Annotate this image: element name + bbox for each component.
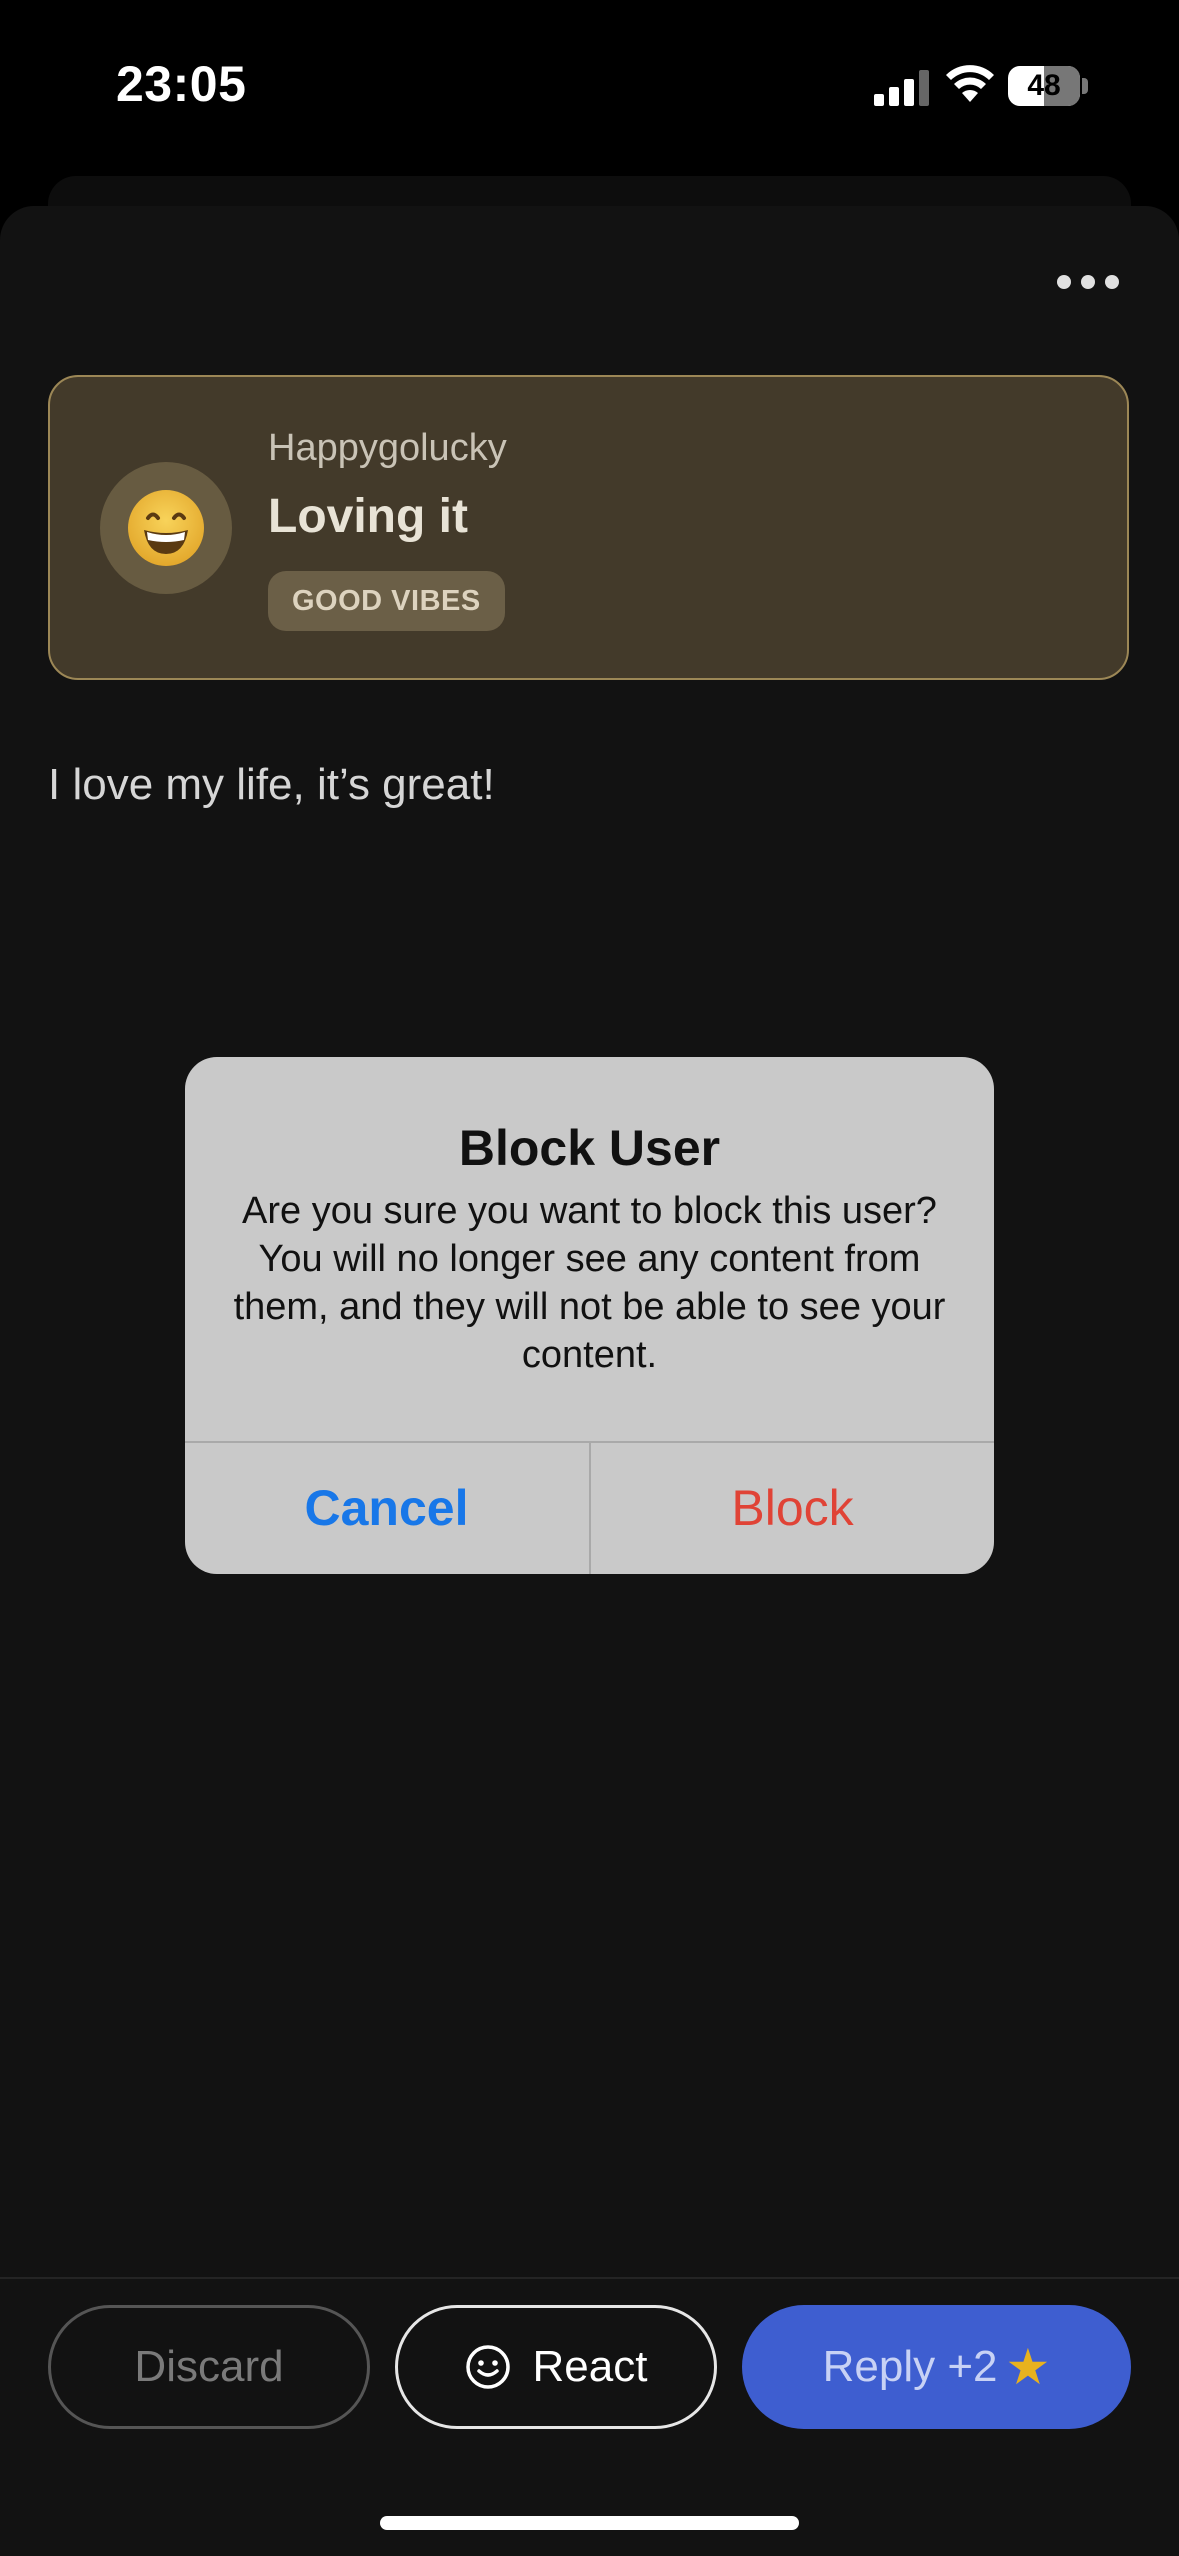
post-body-text: I love my life, it’s great! <box>48 760 495 809</box>
bottom-bar-divider <box>0 2277 1179 2279</box>
block-user-alert: Block User Are you sure you want to bloc… <box>185 1057 994 1574</box>
react-button[interactable]: React <box>395 2305 717 2429</box>
mood-username: Happygolucky <box>268 427 507 469</box>
battery-level: 48 <box>1027 69 1061 102</box>
battery-icon: 48 <box>1008 66 1080 106</box>
more-options-button[interactable] <box>1052 262 1124 302</box>
discard-button[interactable]: Discard <box>48 2305 370 2429</box>
star-icon: ★ <box>1005 2339 1051 2395</box>
mood-avatar <box>100 462 232 594</box>
status-time: 23:05 <box>116 56 247 112</box>
discard-label: Discard <box>134 2342 284 2391</box>
block-button[interactable]: Block <box>591 1443 994 1574</box>
cellular-signal-icon <box>874 68 930 106</box>
reply-button[interactable]: Reply +2 ★ <box>742 2305 1131 2429</box>
status-bar: 23:05 48 <box>0 0 1179 170</box>
alert-title: Block User <box>458 1120 721 1176</box>
smiley-icon <box>465 2345 510 2389</box>
cancel-button[interactable]: Cancel <box>185 1443 588 1574</box>
mood-card: Happygolucky Loving it GOOD VIBES <box>48 375 1129 680</box>
battery-tip <box>1082 78 1088 94</box>
alert-message: Are you sure you want to block this user… <box>233 1190 946 1376</box>
more-horizontal-icon <box>1057 275 1071 289</box>
wifi-icon <box>946 65 994 102</box>
grinning-face-icon <box>128 490 204 566</box>
reply-label: Reply +2 <box>822 2342 998 2391</box>
react-label: React <box>532 2342 648 2391</box>
mood-tag-badge: GOOD VIBES <box>268 571 505 631</box>
home-indicator[interactable] <box>380 2516 799 2530</box>
mood-title: Loving it <box>268 490 468 543</box>
